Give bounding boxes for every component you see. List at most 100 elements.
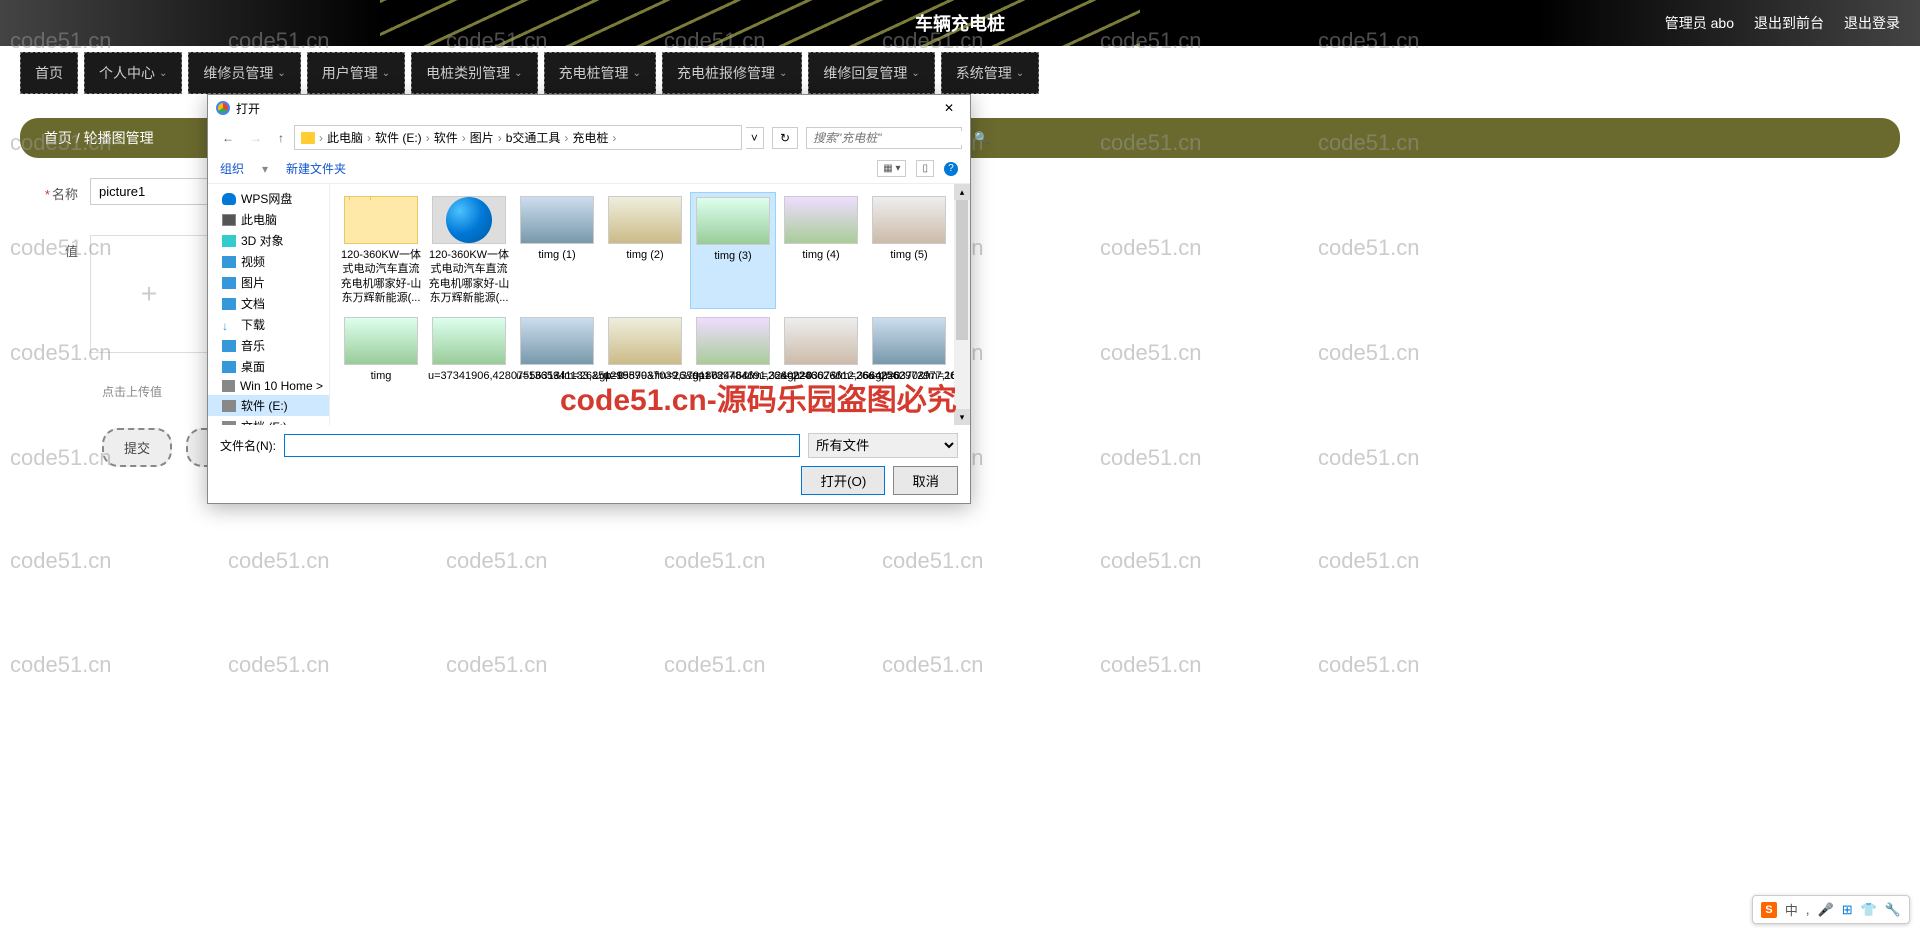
ime-voice-icon[interactable]: , — [1806, 902, 1810, 917]
file-open-dialog: 打开 ✕ ← → ↑ › 此电脑›软件 (E:)›软件›图片›b交通工具›充电桩… — [207, 94, 971, 504]
name-input[interactable] — [90, 178, 210, 205]
sidebar-item-mus[interactable]: 音乐 — [208, 335, 329, 356]
file-item[interactable]: timg (4) — [778, 192, 864, 309]
nav-item-5[interactable]: 充电桩管理⌄ — [544, 52, 656, 94]
scroll-thumb[interactable] — [956, 200, 968, 340]
chevron-down-icon: ⌄ — [779, 68, 787, 79]
new-folder-button[interactable]: 新建文件夹 — [286, 160, 346, 177]
sidebar-item-drive[interactable]: 文档 (F:) — [208, 416, 329, 425]
file-thumb — [608, 196, 682, 244]
file-item[interactable]: timg (5) — [866, 192, 952, 309]
file-item[interactable]: 120-360KW一体式电动汽车直流充电机哪家好-山东万辉新能源(... — [338, 192, 424, 309]
watermark: code51.cn — [228, 652, 330, 678]
file-list: 120-360KW一体式电动汽车直流充电机哪家好-山东万辉新能源(...120-… — [330, 184, 970, 425]
sidebar-item-3d[interactable]: 3D 对象 — [208, 230, 329, 251]
ime-grid-icon[interactable]: ⊞ — [1842, 902, 1853, 918]
ime-mic-icon[interactable]: 🎤 — [1818, 902, 1834, 918]
dialog-cancel-button[interactable]: 取消 — [893, 466, 958, 495]
sidebar-item-doc[interactable]: 文档 — [208, 293, 329, 314]
path-segment[interactable]: 此电脑 — [327, 129, 363, 146]
scrollbar[interactable]: ▴ ▾ — [954, 184, 970, 425]
file-item[interactable]: u=2246626612,3664226370&fm=26&gp=0 — [778, 313, 864, 387]
value-label: 值 — [65, 244, 78, 259]
sidebar-item-desk[interactable]: 桌面 — [208, 356, 329, 377]
nav-item-8[interactable]: 系统管理⌄ — [941, 52, 1039, 94]
ime-brand-icon[interactable]: S — [1761, 902, 1777, 918]
path-dropdown-icon[interactable]: ˅ — [746, 127, 764, 149]
organize-menu[interactable]: 组织 — [220, 160, 244, 177]
logout-front-link[interactable]: 退出到前台 — [1754, 13, 1824, 33]
preview-pane-button[interactable]: ▯ — [916, 160, 934, 177]
logout-link[interactable]: 退出登录 — [1844, 13, 1900, 33]
sidebar-item-drive[interactable]: 软件 (E:) — [208, 395, 329, 416]
file-label: u=1789784691,3240228307&fm=26&gp=0 — [692, 369, 774, 383]
back-button[interactable]: ← — [216, 128, 240, 148]
close-icon[interactable]: ✕ — [936, 99, 962, 117]
sidebar-item-pc[interactable]: 此电脑 — [208, 209, 329, 230]
sidebar-item-vid[interactable]: 视频 — [208, 251, 329, 272]
scroll-down-icon[interactable]: ▾ — [954, 409, 970, 425]
nav-item-6[interactable]: 充电桩报修管理⌄ — [662, 52, 802, 94]
crumb-page: 轮播图管理 — [84, 130, 154, 146]
search-icon[interactable]: 🔍 — [974, 131, 989, 145]
file-item[interactable]: u=1789784691,3240228307&fm=26&gp=0 — [690, 313, 776, 387]
pc-icon — [222, 214, 236, 226]
sidebar-item-drive[interactable]: Win 10 Home > — [208, 377, 329, 395]
mus-icon — [222, 340, 236, 352]
sidebar-item-dl[interactable]: ↓下载 — [208, 314, 329, 335]
forward-button[interactable]: → — [244, 128, 268, 148]
ime-settings-icon[interactable]: 🔧 — [1885, 902, 1901, 918]
file-item[interactable]: timg (1) — [514, 192, 600, 309]
view-mode-button[interactable]: ▦ ▾ — [877, 160, 906, 177]
nav-item-7[interactable]: 维修回复管理⌄ — [808, 52, 934, 94]
user-label[interactable]: 管理员 abo — [1665, 13, 1734, 33]
file-filter-select[interactable]: 所有文件 — [808, 433, 958, 458]
open-button[interactable]: 打开(O) — [801, 466, 885, 495]
chevron-down-icon: ⌄ — [277, 68, 285, 79]
nav-item-0[interactable]: 首页 — [20, 52, 78, 94]
sidebar-item-cloud[interactable]: WPS网盘 — [208, 188, 329, 209]
file-item[interactable]: u=2562972977,1697437685&fm=26&gp=0 — [866, 313, 952, 387]
chevron-down-icon: ⌄ — [633, 68, 641, 79]
path-bar[interactable]: › 此电脑›软件 (E:)›软件›图片›b交通工具›充电桩› — [294, 125, 742, 150]
ime-mode[interactable]: 中 — [1785, 900, 1798, 919]
search-box[interactable]: 🔍 — [806, 127, 962, 149]
path-segment[interactable]: 软件 — [434, 129, 458, 146]
filename-input[interactable] — [284, 434, 800, 457]
search-input[interactable] — [813, 131, 970, 145]
folder-icon — [301, 132, 315, 144]
file-item[interactable]: timg (3) — [690, 192, 776, 309]
watermark: code51.cn — [664, 548, 766, 574]
file-item[interactable]: 120-360KW一体式电动汽车直流充电机哪家好-山东万辉新能源(... — [426, 192, 512, 309]
file-item[interactable]: u=37341906,4280755631&fm=26&gp=0 — [426, 313, 512, 387]
nav-item-4[interactable]: 电桩类别管理⌄ — [411, 52, 537, 94]
refresh-button[interactable]: ↻ — [772, 127, 798, 149]
path-segment[interactable]: 图片 — [470, 129, 494, 146]
file-item[interactable]: u=1365941133,251299599&fm=26&gp=0 — [514, 313, 600, 387]
path-segment[interactable]: 软件 (E:) — [375, 129, 422, 146]
chevron-right-icon: › — [462, 131, 466, 145]
ime-toolbar[interactable]: S 中 , 🎤 ⊞ 👕 🔧 — [1752, 895, 1910, 924]
path-segment[interactable]: 充电桩 — [572, 129, 608, 146]
file-item[interactable]: u=1587037039,3791862446&fm=26&gp=0 — [602, 313, 688, 387]
upload-box[interactable]: + — [90, 235, 208, 353]
up-button[interactable]: ↑ — [272, 128, 290, 148]
nav-item-1[interactable]: 个人中心⌄ — [84, 52, 182, 94]
file-thumb — [696, 197, 770, 245]
crumb-home[interactable]: 首页 — [44, 130, 72, 146]
file-item[interactable]: timg — [338, 313, 424, 387]
nav-item-3[interactable]: 用户管理⌄ — [307, 52, 405, 94]
file-item[interactable]: timg (2) — [602, 192, 688, 309]
scroll-up-icon[interactable]: ▴ — [954, 184, 970, 200]
help-icon[interactable]: ? — [944, 162, 958, 176]
sidebar-item-pic[interactable]: 图片 — [208, 272, 329, 293]
file-thumb — [784, 317, 858, 365]
file-thumb — [344, 317, 418, 365]
vid-icon — [222, 256, 236, 268]
nav-item-2[interactable]: 维修员管理⌄ — [188, 52, 300, 94]
path-segment[interactable]: b交通工具 — [506, 129, 561, 146]
chevron-down-icon: ⌄ — [159, 68, 167, 79]
watermark: code51.cn — [664, 652, 766, 678]
submit-button[interactable]: 提交 — [102, 428, 172, 467]
ime-skin-icon[interactable]: 👕 — [1861, 902, 1877, 918]
